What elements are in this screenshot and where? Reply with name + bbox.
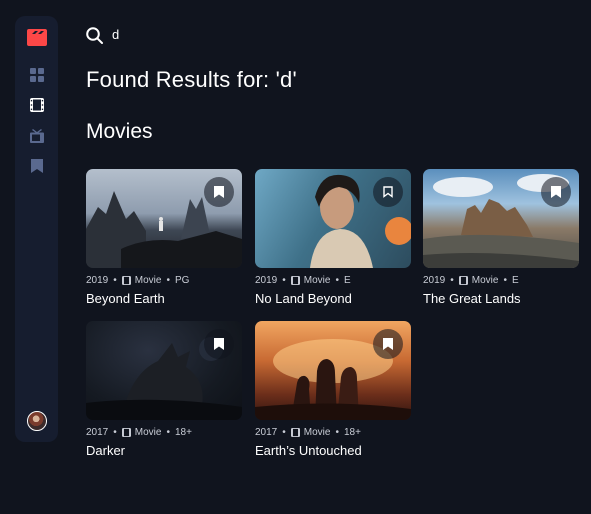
bookmark-button[interactable] — [204, 177, 234, 207]
movie-category: Movie — [134, 275, 162, 286]
user-avatar[interactable] — [26, 411, 47, 431]
film-icon — [290, 276, 300, 285]
movie-title[interactable]: Beyond Earth — [86, 291, 242, 306]
results-heading: Found Results for: 'd' — [86, 67, 297, 92]
movie-thumbnail[interactable] — [86, 321, 242, 420]
film-icon — [121, 428, 131, 437]
nav-home-grid-icon[interactable] — [29, 68, 44, 82]
movie-year: 2019 — [423, 275, 446, 286]
movie-meta: 2019 • Movie • PG — [86, 275, 190, 286]
bookmark-icon — [214, 186, 224, 198]
bookmark-icon — [383, 338, 393, 350]
movie-card[interactable]: 2017 • Movie • 18+ Earth’s Untouched — [255, 321, 411, 458]
section-title-movies: Movies — [86, 120, 153, 143]
movie-meta: 2019 • Movie • E — [255, 275, 351, 286]
search-icon — [86, 26, 103, 44]
bookmark-button[interactable] — [373, 177, 403, 207]
bookmark-button[interactable] — [541, 177, 571, 207]
movie-thumbnail[interactable] — [255, 321, 411, 420]
film-icon — [458, 276, 468, 285]
movie-rating: PG — [174, 275, 190, 286]
movie-category: Movie — [134, 427, 162, 438]
movie-year: 2017 — [86, 427, 109, 438]
bookmark-icon — [551, 186, 561, 198]
bookmark-button[interactable] — [204, 329, 234, 359]
nav-movies-film-icon[interactable] — [29, 98, 44, 112]
film-icon — [121, 276, 131, 285]
movie-thumbnail[interactable] — [86, 169, 242, 268]
bookmark-icon — [214, 338, 224, 350]
sidebar — [15, 16, 58, 442]
movie-card[interactable]: 2017 • Movie • 18+ Darker — [86, 321, 242, 458]
nav-bookmark-icon[interactable] — [30, 159, 44, 173]
movie-title[interactable]: No Land Beyond — [255, 291, 411, 306]
movie-year: 2019 — [86, 275, 109, 286]
movie-card[interactable]: 2019 • Movie • PG Beyond Earth — [86, 169, 242, 306]
movie-title[interactable]: Earth’s Untouched — [255, 443, 411, 458]
movie-rating: 18+ — [343, 427, 361, 438]
movie-card[interactable]: 2019 • Movie • E No Land Beyond — [255, 169, 411, 306]
movie-card[interactable]: 2019 • Movie • E The Great Lands — [423, 169, 579, 306]
nav-tv-icon[interactable] — [29, 129, 44, 143]
movie-meta: 2017 • Movie • 18+ — [255, 427, 361, 438]
movie-category: Movie — [471, 275, 499, 286]
film-icon — [290, 428, 300, 437]
movie-meta: 2017 • Movie • 18+ — [86, 427, 192, 438]
movie-category: Movie — [303, 275, 331, 286]
movie-rating: E — [343, 275, 351, 286]
movie-title[interactable]: The Great Lands — [423, 291, 579, 306]
movie-thumbnail[interactable] — [255, 169, 411, 268]
bookmark-outline-icon — [383, 186, 393, 198]
film-clapper-icon[interactable] — [26, 28, 47, 46]
movie-year: 2017 — [255, 427, 278, 438]
movie-thumbnail[interactable] — [423, 169, 579, 268]
search-bar — [86, 25, 412, 45]
movie-title[interactable]: Darker — [86, 443, 242, 458]
movie-meta: 2019 • Movie • E — [423, 275, 519, 286]
movie-year: 2019 — [255, 275, 278, 286]
movie-rating: E — [511, 275, 519, 286]
movie-rating: 18+ — [174, 427, 192, 438]
bookmark-button[interactable] — [373, 329, 403, 359]
search-input[interactable] — [112, 27, 412, 43]
movie-category: Movie — [303, 427, 331, 438]
